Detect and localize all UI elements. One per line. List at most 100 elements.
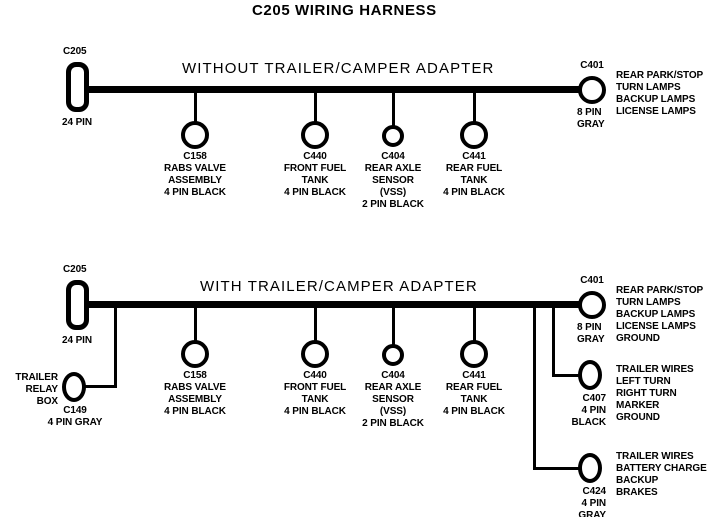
connector-label-c440-top: C440 bbox=[303, 151, 327, 162]
connector-spec1-c401-bottom: 8 PIN bbox=[577, 322, 602, 333]
connector-label-c404-bottom: C404 bbox=[381, 370, 405, 381]
connector-desc1-c441-top: REAR FUEL bbox=[445, 163, 503, 174]
branch-drop-c404-bottom bbox=[392, 304, 395, 345]
relay-label-line3: BOX bbox=[36, 396, 58, 407]
wiring-diagram-canvas: C205 WIRING HARNESS WITHOUT TRAILER/CAMP… bbox=[0, 0, 720, 517]
connector-label-c401-top: C401 bbox=[580, 60, 604, 71]
connector-c440-top[interactable] bbox=[301, 121, 329, 149]
connector-spec2-c401-bottom: GRAY bbox=[577, 334, 605, 345]
connector-label-c441-top: C441 bbox=[462, 151, 486, 162]
trailer-function-1-c407: TRAILER WIRES bbox=[616, 364, 694, 375]
connector-desc3-c404-top: (VSS) bbox=[379, 187, 407, 198]
connector-spec-c441-top: 4 PIN BLACK bbox=[443, 187, 505, 198]
connector-label-c407: C407 bbox=[582, 393, 606, 404]
trailer-function-3-c407: RIGHT TURN bbox=[616, 388, 677, 399]
connector-spec-c440-bottom: 4 PIN BLACK bbox=[284, 406, 346, 417]
connector-desc2-c441-top: TANK bbox=[460, 175, 488, 186]
trailer-function-3-c424: BACKUP bbox=[616, 475, 659, 486]
connector-spec1-c424: 4 PIN bbox=[581, 498, 606, 509]
branch-drop-c424 bbox=[533, 304, 536, 469]
endpoint-function-3-c401-bottom: BACKUP LAMPS bbox=[616, 309, 696, 320]
connector-label-c404-top: C404 bbox=[381, 151, 405, 162]
connector-desc2-c158-bottom: ASSEMBLY bbox=[168, 394, 222, 405]
connector-desc1-c440-bottom: FRONT FUEL bbox=[283, 382, 347, 393]
connector-spec1-c407: 4 PIN bbox=[581, 405, 606, 416]
branch-run-c149 bbox=[84, 385, 117, 388]
branch-run-c424 bbox=[533, 467, 582, 470]
connector-spec-c441-bottom: 4 PIN BLACK bbox=[443, 406, 505, 417]
connector-c149[interactable] bbox=[62, 372, 86, 402]
connector-c441-bottom[interactable] bbox=[460, 340, 488, 368]
connector-label-c158-bottom: C158 bbox=[183, 370, 207, 381]
section-heading-without: WITHOUT TRAILER/CAMPER ADAPTER bbox=[182, 60, 495, 77]
trailer-function-1-c424: TRAILER WIRES bbox=[616, 451, 694, 462]
branch-drop-c440-top bbox=[314, 89, 317, 122]
connector-c401-bottom[interactable] bbox=[578, 291, 606, 319]
connector-spec-c158-bottom: 4 PIN BLACK bbox=[164, 406, 226, 417]
endpoint-function-1-c401-bottom: REAR PARK/STOP bbox=[616, 285, 704, 296]
branch-drop-c158-top bbox=[194, 89, 197, 122]
connector-desc3-c404-bottom: (VSS) bbox=[379, 406, 407, 417]
connector-spec2-c407: BLACK bbox=[571, 417, 607, 428]
connector-desc2-c440-top: TANK bbox=[301, 175, 329, 186]
connector-spec-c205-bottom: 24 PIN bbox=[62, 335, 92, 346]
trailer-function-4-c424: BRAKES bbox=[616, 487, 658, 498]
connector-c158-bottom[interactable] bbox=[181, 340, 209, 368]
branch-drop-c441-top bbox=[473, 89, 476, 122]
main-bus-with bbox=[87, 301, 585, 308]
endpoint-function-4-c401-bottom: LICENSE LAMPS bbox=[616, 321, 696, 332]
relay-label-line1: TRAILER bbox=[15, 372, 58, 383]
connector-label-c401-bottom: C401 bbox=[580, 275, 604, 286]
connector-c205-bottom[interactable] bbox=[66, 280, 89, 330]
connector-label-c149: C149 bbox=[63, 405, 87, 416]
trailer-function-5-c407: GROUND bbox=[616, 412, 660, 423]
connector-c407[interactable] bbox=[578, 360, 602, 390]
connector-spec-c149: 4 PIN GRAY bbox=[47, 417, 103, 428]
connector-c205-top[interactable] bbox=[66, 62, 89, 112]
branch-drop-c149 bbox=[114, 304, 117, 388]
connector-label-c205-top: C205 bbox=[63, 46, 87, 57]
branch-drop-c440-bottom bbox=[314, 304, 317, 341]
section-heading-with: WITH TRAILER/CAMPER ADAPTER bbox=[200, 278, 478, 295]
main-bus-without bbox=[87, 86, 585, 93]
connector-c401-top[interactable] bbox=[578, 76, 606, 104]
connector-label-c440-bottom: C440 bbox=[303, 370, 327, 381]
connector-c404-bottom[interactable] bbox=[382, 344, 404, 366]
trailer-function-2-c407: LEFT TURN bbox=[616, 376, 671, 387]
endpoint-function-2-c401-bottom: TURN LAMPS bbox=[616, 297, 681, 308]
connector-desc2-c158-top: ASSEMBLY bbox=[168, 175, 222, 186]
endpoint-function-5-c401-bottom: GROUND bbox=[616, 333, 660, 344]
connector-desc1-c440-top: FRONT FUEL bbox=[283, 163, 347, 174]
trailer-function-2-c424: BATTERY CHARGE bbox=[616, 463, 707, 474]
branch-drop-c404-top bbox=[392, 89, 395, 126]
connector-c158-top[interactable] bbox=[181, 121, 209, 149]
connector-desc1-c441-bottom: REAR FUEL bbox=[445, 382, 503, 393]
connector-c424[interactable] bbox=[578, 453, 602, 483]
relay-label-line2: RELAY bbox=[25, 384, 59, 395]
connector-desc1-c404-top: REAR AXLE bbox=[364, 163, 422, 174]
connector-spec-c205-top: 24 PIN bbox=[62, 117, 92, 128]
connector-c404-top[interactable] bbox=[382, 125, 404, 147]
endpoint-function-2-c401-top: TURN LAMPS bbox=[616, 82, 681, 93]
connector-desc1-c158-top: RABS VALVE bbox=[164, 163, 226, 174]
connector-c440-bottom[interactable] bbox=[301, 340, 329, 368]
connector-desc2-c440-bottom: TANK bbox=[301, 394, 329, 405]
connector-spec-c440-top: 4 PIN BLACK bbox=[284, 187, 346, 198]
connector-desc2-c441-bottom: TANK bbox=[460, 394, 488, 405]
connector-desc2-c404-bottom: SENSOR bbox=[372, 394, 414, 405]
endpoint-function-4-c401-top: LICENSE LAMPS bbox=[616, 106, 696, 117]
connector-label-c424: C424 bbox=[582, 486, 606, 497]
page-title: C205 WIRING HARNESS bbox=[252, 2, 437, 19]
connector-spec-c404-top: 2 PIN BLACK bbox=[362, 199, 424, 210]
branch-drop-c441-bottom bbox=[473, 304, 476, 341]
endpoint-function-1-c401-top: REAR PARK/STOP bbox=[616, 70, 704, 81]
connector-c441-top[interactable] bbox=[460, 121, 488, 149]
connector-label-c158-top: C158 bbox=[183, 151, 207, 162]
branch-drop-c407 bbox=[552, 304, 555, 376]
connector-label-c205-bottom: C205 bbox=[63, 264, 87, 275]
connector-spec-c404-bottom: 2 PIN BLACK bbox=[362, 418, 424, 429]
branch-drop-c158-bottom bbox=[194, 304, 197, 341]
connector-spec2-c424: GRAY bbox=[578, 510, 606, 517]
connector-desc1-c404-bottom: REAR AXLE bbox=[364, 382, 422, 393]
trailer-function-4-c407: MARKER bbox=[616, 400, 660, 411]
